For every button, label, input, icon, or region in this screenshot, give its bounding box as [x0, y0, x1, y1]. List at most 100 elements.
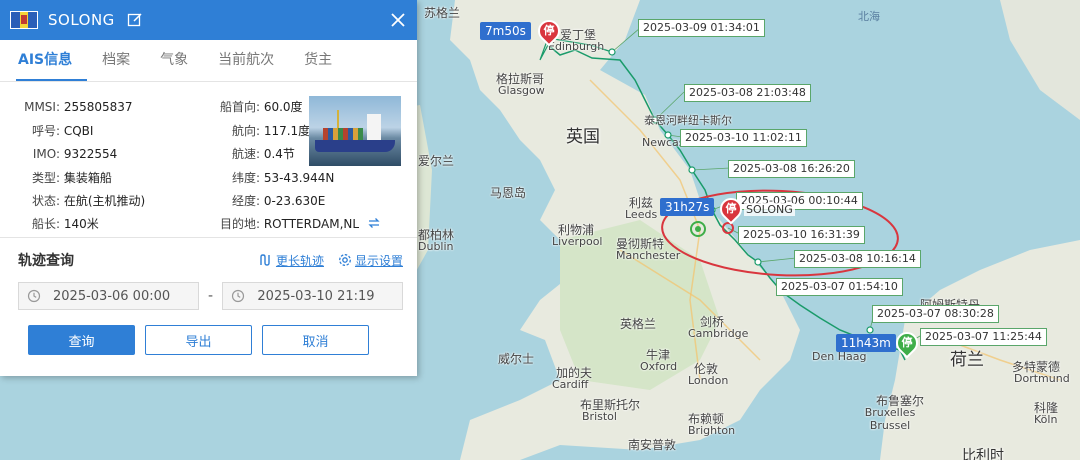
info-value: 255805837	[63, 100, 133, 114]
stop-pin-label: 停	[725, 202, 737, 215]
panel-tabs: AIS信息 档案 气象 当前航次 货主	[0, 40, 417, 82]
info-speed: 航速: 0.4节	[198, 146, 295, 162]
clock-icon	[232, 289, 245, 303]
info-label: 呼号:	[31, 124, 60, 138]
region-england: 英格兰	[620, 317, 657, 331]
ship-map-label[interactable]: SOLONG	[744, 203, 795, 216]
info-value: 140米	[63, 217, 99, 231]
info-value: 集装箱船	[63, 171, 112, 185]
close-icon[interactable]	[389, 11, 407, 29]
ship-photo[interactable]	[309, 96, 401, 166]
query-button[interactable]: 查询	[28, 325, 135, 355]
info-length: 船长: 140米	[12, 216, 99, 232]
city-dublin-en: Dublin	[418, 240, 454, 253]
info-destination: 目的地: ROTTERDAM,NL	[198, 216, 381, 232]
clock-icon	[27, 289, 41, 303]
info-value: 117.1度	[263, 124, 311, 138]
track-query-section: 轨迹查询 更长轨迹 显示设置 2025-03-06 00:00 - 2025-0…	[0, 237, 417, 355]
panel-header: SOLONG	[0, 0, 417, 40]
city-oxford-en: Oxford	[640, 360, 678, 373]
city-leeds-en: Leeds	[625, 208, 658, 221]
info-course: 航向: 117.1度	[198, 123, 310, 139]
display-settings-link[interactable]: 显示设置	[338, 252, 403, 269]
city-bristol-en: Bristol	[582, 410, 617, 423]
track-query-title: 轨迹查询	[18, 253, 74, 269]
track-timestamp[interactable]: 2025-03-07 01:54:10	[776, 278, 903, 296]
info-label: 类型:	[31, 171, 60, 185]
tab-cargo-owner[interactable]: 货主	[289, 40, 347, 81]
city-koln-en: Köln	[1034, 413, 1058, 426]
city-southampton: 南安普敦	[628, 438, 677, 452]
info-callsign: 呼号: CQBI	[12, 123, 93, 139]
tab-ais-info[interactable]: AIS信息	[16, 40, 88, 81]
info-value: 9322554	[63, 147, 118, 161]
info-value: 60.0度	[263, 100, 303, 114]
tab-archive[interactable]: 档案	[87, 40, 145, 81]
info-label: 状态:	[31, 194, 60, 208]
tab-weather[interactable]: 气象	[145, 40, 203, 81]
track-timestamp[interactable]: 2025-03-09 01:34:01	[638, 19, 765, 37]
city-manchester-en: Manchester	[616, 249, 681, 262]
info-label: 航速:	[231, 147, 260, 161]
track-timestamp[interactable]: 2025-03-07 11:25:44	[920, 328, 1047, 346]
city-newcastle: 泰恩河畔纽卡斯尔	[644, 114, 732, 127]
info-imo: IMO: 9322554	[12, 146, 117, 162]
info-value: 0-23.630E	[263, 194, 326, 208]
end-time-value: 2025-03-10 21:19	[257, 288, 375, 304]
city-edinburgh-en: Edinburgh	[548, 40, 605, 53]
info-label: MMSI:	[24, 100, 60, 114]
track-timestamp[interactable]: 2025-03-08 16:26:20	[728, 160, 855, 178]
track-timestamp[interactable]: 2025-03-10 16:31:39	[738, 226, 865, 244]
cancel-button[interactable]: 取消	[262, 325, 369, 355]
tab-current-voyage[interactable]: 当前航次	[203, 40, 289, 81]
info-status: 状态: 在航(主机推动)	[12, 193, 145, 209]
info-label: IMO:	[32, 147, 60, 161]
start-time-input[interactable]: 2025-03-06 00:00	[18, 282, 199, 310]
info-label: 目的地:	[219, 217, 260, 231]
stop-pin-label: 停	[543, 24, 555, 37]
country-label-nl: 荷兰	[950, 350, 984, 370]
city-liverpool-en: Liverpool	[552, 235, 603, 248]
longer-track-label: 更长轨迹	[275, 253, 324, 268]
track-timestamp[interactable]: 2025-03-10 11:02:11	[680, 129, 807, 147]
info-label: 船首向:	[219, 100, 260, 114]
region-wales: 威尔士	[498, 352, 535, 366]
info-label: 船长:	[31, 217, 60, 231]
info-label: 航向:	[231, 124, 260, 138]
stop-duration-badge[interactable]: 31h27s	[660, 198, 715, 216]
track-timestamp[interactable]: 2025-03-08 21:03:48	[684, 84, 811, 102]
city-london-en: London	[688, 374, 729, 387]
info-mmsi: MMSI: 255805837	[12, 99, 133, 115]
city-cambridge-en: Cambridge	[688, 327, 749, 340]
track-timestamp[interactable]: 2025-03-07 08:30:28	[872, 305, 999, 323]
start-time-value: 2025-03-06 00:00	[53, 288, 171, 304]
region-isle-of-man: 马恩岛	[490, 186, 527, 200]
longer-track-link[interactable]: 更长轨迹	[259, 252, 324, 269]
end-time-input[interactable]: 2025-03-10 21:19	[222, 282, 404, 310]
city-brighton-en: Brighton	[688, 424, 736, 437]
export-button[interactable]: 导出	[145, 325, 252, 355]
info-latitude: 纬度: 53-43.944N	[198, 170, 334, 186]
info-value: CQBI	[63, 124, 94, 138]
city-glasgow-en: Glasgow	[498, 84, 545, 97]
ship-name-title: SOLONG	[48, 11, 115, 29]
region-ireland: 爱尔兰	[418, 154, 455, 168]
track-timestamp[interactable]: 2025-03-08 10:16:14	[794, 250, 921, 268]
city-cardiff-en: Cardiff	[552, 378, 589, 391]
sea-label-north-sea: 北海	[858, 10, 880, 23]
stop-duration-badge[interactable]: 7m50s	[480, 22, 531, 40]
country-label-be: 比利时	[962, 448, 1004, 460]
swap-icon[interactable]	[367, 217, 381, 229]
info-value: 53-43.944N	[263, 171, 335, 185]
city-brussels-en: Bruxelles Brussel	[864, 406, 916, 432]
track-icon	[260, 254, 270, 266]
info-label: 纬度:	[231, 171, 260, 185]
info-type: 类型: 集装箱船	[12, 170, 112, 186]
stop-pin-label: 停	[901, 336, 913, 349]
country-label-uk: 英国	[566, 127, 600, 147]
edit-icon[interactable]	[127, 12, 143, 28]
info-label: 经度:	[231, 194, 260, 208]
city-dortmund-en: Dortmund	[1014, 372, 1070, 385]
display-settings-label: 显示设置	[354, 253, 403, 268]
stop-duration-badge[interactable]: 11h43m	[836, 334, 896, 352]
